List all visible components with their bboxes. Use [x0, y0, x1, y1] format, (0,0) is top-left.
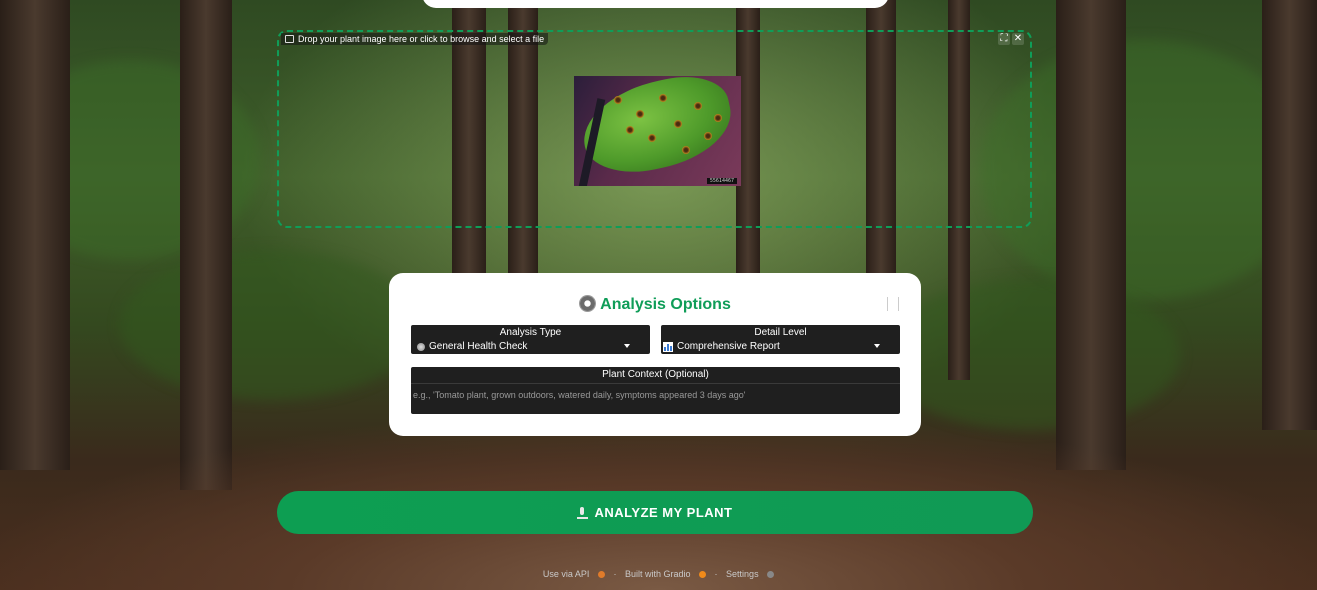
analysis-options-title: Analysis Options — [389, 295, 921, 314]
panel-handle — [887, 297, 899, 311]
upload-label: Drop your plant image here or click to b… — [281, 33, 549, 45]
chevron-down-icon — [624, 344, 630, 348]
analysis-type-dropdown[interactable]: Analysis Type General Health Check — [411, 325, 650, 354]
plant-context-field: Plant Context (Optional) — [411, 367, 900, 414]
chevron-down-icon — [874, 344, 880, 348]
gear-icon — [579, 295, 597, 312]
analysis-type-value: General Health Check — [429, 341, 528, 352]
detail-level-dropdown[interactable]: Detail Level Comprehensive Report — [661, 325, 900, 354]
close-icon[interactable]: ✕ — [1012, 33, 1024, 45]
image-upload-dropzone[interactable]: Drop your plant image here or click to b… — [277, 30, 1032, 228]
plant-context-label: Plant Context (Optional) — [602, 369, 709, 380]
use-api-link[interactable]: Use via API — [543, 569, 590, 579]
analyze-button-label: ANALYZE MY PLANT — [594, 505, 733, 520]
detail-level-value: Comprehensive Report — [677, 341, 780, 352]
settings-link[interactable]: Settings — [726, 569, 759, 579]
built-with-gradio-link[interactable]: Built with Gradio — [625, 569, 691, 579]
gradio-logo-icon — [699, 571, 707, 578]
upload-toolbar: ⛶ ✕ — [998, 33, 1024, 45]
uploaded-plant-image: 55614467 — [574, 76, 741, 186]
plant-context-input[interactable] — [411, 383, 900, 406]
rocket-icon — [597, 571, 605, 578]
bar-chart-icon — [663, 341, 673, 352]
fullscreen-icon[interactable]: ⛶ — [998, 33, 1010, 45]
upload-label-text: Drop your plant image here or click to b… — [298, 34, 545, 44]
image-icon — [285, 35, 294, 43]
footer: Use via API · Built with Gradio · Settin… — [0, 569, 1317, 579]
analyze-button[interactable]: ANALYZE MY PLANT — [277, 491, 1033, 534]
detail-level-label: Detail Level — [754, 327, 807, 338]
microscope-icon — [577, 506, 589, 519]
image-watermark: 55614467 — [706, 178, 737, 184]
circle-icon — [417, 342, 425, 351]
top-panel-edge — [422, 0, 889, 8]
analysis-type-label: Analysis Type — [499, 327, 562, 338]
gear-icon — [767, 571, 775, 578]
